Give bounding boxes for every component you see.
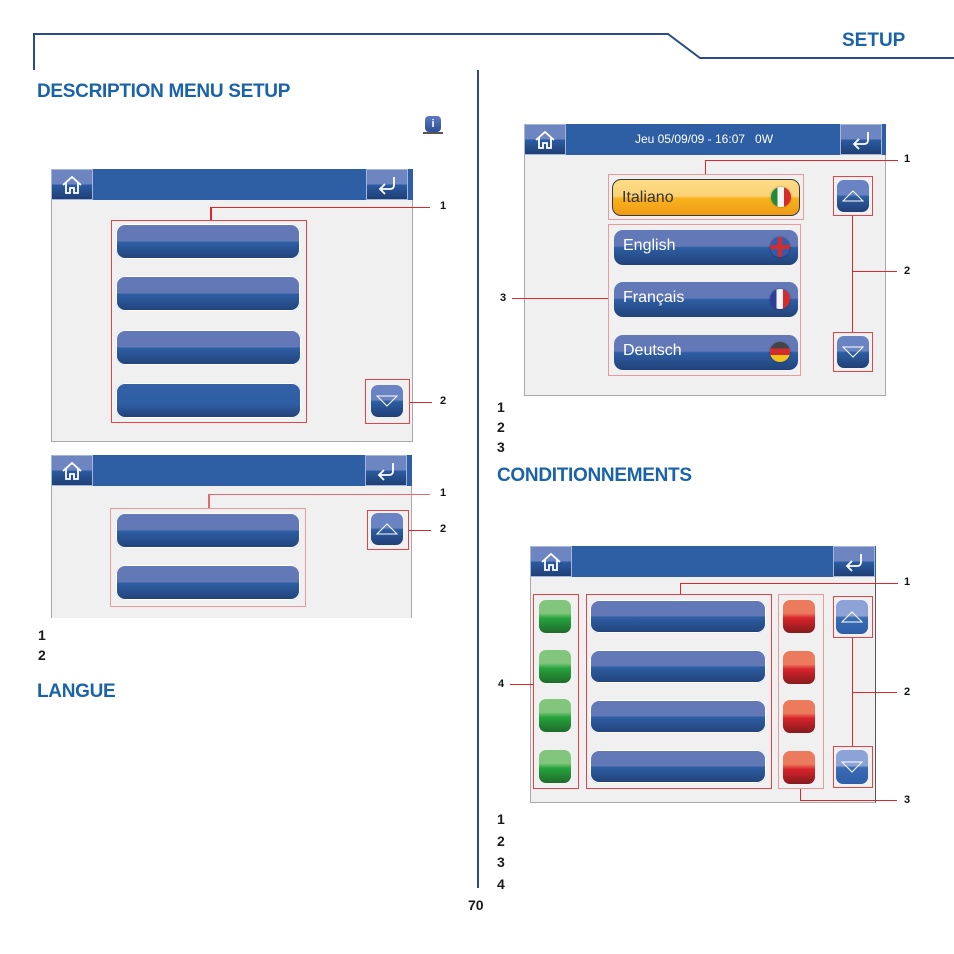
- status-bar-text: Jeu 05/09/09 - 16:07 0W: [634, 132, 774, 146]
- heading-conditionnements: CONDITIONNEMENTS: [497, 465, 692, 486]
- heading-description-menu-setup: DESCRIPTION MENU SETUP: [37, 81, 291, 102]
- arrow-down-icon: [375, 395, 399, 407]
- callout-3: 3: [904, 794, 911, 806]
- legend-item-2: 2: [497, 833, 505, 849]
- menu-button[interactable]: [116, 513, 300, 548]
- language-label: Français: [623, 289, 685, 306]
- home-icon: [62, 461, 82, 480]
- language-label: English: [623, 237, 676, 254]
- home-button[interactable]: [51, 455, 93, 486]
- legend-item-2: 2: [497, 419, 505, 435]
- page-number: 70: [468, 897, 484, 913]
- language-label: Italiano: [622, 189, 674, 206]
- conditionnement-button[interactable]: [590, 600, 766, 633]
- scroll-down-button[interactable]: [837, 336, 869, 368]
- callout-2: 2: [440, 395, 447, 407]
- conditionnement-button[interactable]: [590, 650, 766, 683]
- return-icon: [378, 176, 395, 195]
- arrow-down-icon: [840, 761, 864, 773]
- callout-2: 2: [440, 523, 447, 535]
- home-icon: [541, 552, 561, 571]
- deactivate-button[interactable]: [783, 651, 815, 684]
- menu-button[interactable]: [116, 383, 301, 418]
- return-icon: [845, 553, 862, 572]
- scroll-down-button[interactable]: [371, 385, 403, 417]
- menu-button[interactable]: [116, 276, 300, 311]
- callout-2: 2: [904, 686, 911, 698]
- menu-button[interactable]: [116, 565, 300, 600]
- scroll-up-button[interactable]: [837, 180, 869, 212]
- legend-item-1: 1: [497, 399, 505, 415]
- legend-item-3: 3: [497, 854, 505, 870]
- callout-1: 1: [440, 200, 447, 212]
- arrow-down-icon: [841, 346, 865, 358]
- deactivate-button[interactable]: [783, 751, 815, 784]
- activate-button[interactable]: [539, 600, 571, 633]
- language-button-francais[interactable]: Français: [614, 282, 798, 317]
- callout-2: 2: [904, 265, 911, 277]
- return-button[interactable]: [366, 169, 408, 200]
- deactivate-button[interactable]: [783, 600, 815, 633]
- callout-3: 3: [500, 292, 507, 304]
- activate-button[interactable]: [539, 750, 571, 783]
- callout-1: 1: [440, 487, 447, 499]
- return-button[interactable]: [365, 455, 407, 486]
- info-icon: i: [425, 116, 441, 132]
- heading-langue: LANGUE: [37, 681, 116, 702]
- return-icon: [852, 131, 869, 150]
- language-button-italiano[interactable]: Italiano: [612, 179, 800, 216]
- home-button[interactable]: [51, 169, 93, 200]
- return-button[interactable]: [833, 546, 875, 577]
- callout-4: 4: [498, 678, 505, 690]
- scroll-up-button[interactable]: [371, 513, 403, 545]
- legend-item-1: 1: [497, 811, 505, 827]
- language-button-english[interactable]: English: [614, 230, 798, 265]
- arrow-up-icon: [375, 523, 399, 535]
- home-icon: [62, 175, 82, 194]
- scroll-down-button[interactable]: [836, 750, 868, 784]
- arrow-up-icon: [840, 611, 864, 623]
- legend-item-4: 4: [497, 876, 505, 892]
- callout-1: 1: [904, 576, 911, 588]
- return-icon: [377, 462, 394, 481]
- callout-1: 1: [904, 153, 911, 165]
- germany-flag-icon: [770, 342, 790, 362]
- italy-flag-icon: [771, 187, 791, 207]
- legend-item-1: 1: [38, 627, 46, 643]
- deactivate-button[interactable]: [783, 700, 815, 733]
- conditionnement-button[interactable]: [590, 700, 766, 733]
- section-title: SETUP: [842, 30, 906, 51]
- menu-button[interactable]: [116, 330, 301, 365]
- language-label: Deutsch: [623, 342, 682, 359]
- info-underline: [423, 132, 443, 134]
- home-icon: [535, 130, 555, 149]
- legend-item-2: 2: [38, 647, 46, 663]
- home-button[interactable]: [524, 124, 566, 155]
- activate-button[interactable]: [539, 699, 571, 732]
- return-button[interactable]: [840, 124, 882, 155]
- france-flag-icon: [770, 289, 790, 309]
- menu-button[interactable]: [116, 224, 300, 259]
- home-button[interactable]: [530, 546, 572, 577]
- uk-flag-icon: [770, 237, 790, 257]
- activate-button[interactable]: [539, 650, 571, 683]
- scroll-up-button[interactable]: [836, 600, 868, 634]
- arrow-up-icon: [841, 190, 865, 202]
- conditionnement-button[interactable]: [590, 750, 766, 783]
- legend-item-3: 3: [497, 439, 505, 455]
- language-button-deutsch[interactable]: Deutsch: [614, 335, 798, 370]
